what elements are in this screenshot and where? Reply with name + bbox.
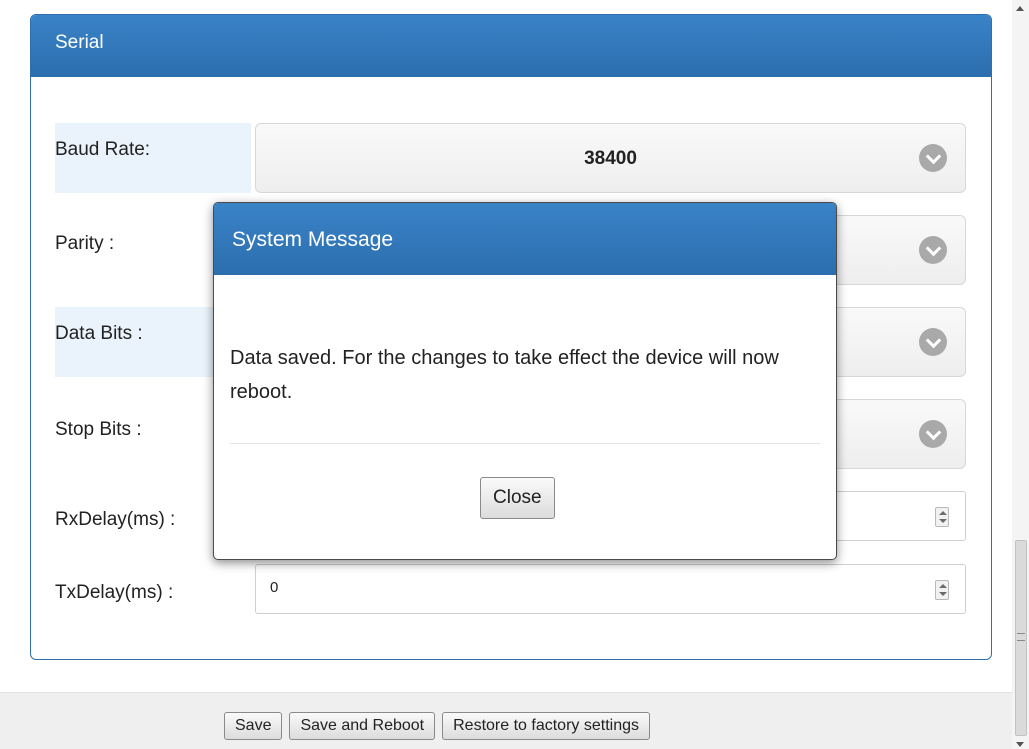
system-message-dialog: System Message Data saved. For the chang… [213,202,837,560]
tx-delay-input[interactable]: 0 [255,564,966,614]
scroll-down-arrow-icon[interactable] [1016,742,1024,747]
chevron-down-icon [919,144,947,172]
footer-buttons: Save Save and Reboot Restore to factory … [224,712,650,740]
parity-label: Parity : [55,233,115,254]
stop-bits-label: Stop Bits : [55,419,142,440]
dialog-header: System Message [214,203,836,275]
spinner-icon[interactable] [935,507,949,527]
chevron-down-icon [919,420,947,448]
chevron-down-icon [919,328,947,356]
baud-rate-value: 38400 [584,148,637,169]
spinner-icon[interactable] [935,580,949,600]
dialog-divider [230,443,820,444]
panel-title: Serial [55,32,104,53]
panel-header: Serial [31,15,991,77]
chevron-down-icon [919,236,947,264]
save-button[interactable]: Save [224,712,283,740]
scroll-up-arrow-icon[interactable] [1016,6,1024,11]
baud-rate-select[interactable]: 38400 [255,123,966,193]
scroll-thumb[interactable] [1015,540,1027,736]
close-button[interactable]: Close [480,477,555,519]
vertical-scrollbar[interactable] [1012,0,1029,749]
restore-factory-button[interactable]: Restore to factory settings [442,712,650,740]
dialog-title: System Message [232,228,394,251]
footer-bar: Save Save and Reboot Restore to factory … [0,692,1012,749]
save-and-reboot-button[interactable]: Save and Reboot [289,712,436,740]
tx-delay-label: TxDelay(ms) : [55,582,174,603]
grip-icon [1017,633,1025,641]
tx-delay-value: 0 [270,579,279,596]
baud-rate-label: Baud Rate: [55,123,251,193]
rx-delay-label: RxDelay(ms) : [55,509,176,530]
dialog-message: Data saved. For the changes to take effe… [230,347,779,403]
